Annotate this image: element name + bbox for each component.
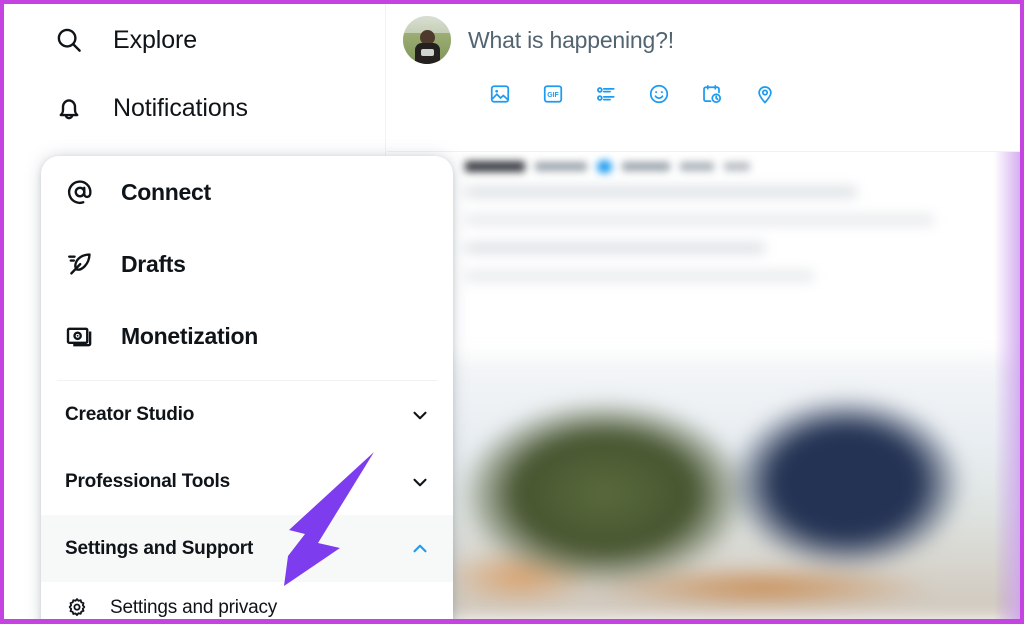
main-column: What is happening?! GIF xyxy=(387,4,1020,619)
verified-badge-icon xyxy=(597,159,612,173)
more-menu-dropdown: Connect Drafts Monetization Creator Stud… xyxy=(41,156,453,619)
tweet-text-blurred xyxy=(465,186,1010,298)
sidebar-item-label: Explore xyxy=(113,25,198,54)
timeline-blurred-content xyxy=(387,152,1020,619)
menu-section-creator-studio[interactable]: Creator Studio xyxy=(41,381,453,448)
app-screenshot: Explore Notifications Messages xyxy=(0,0,1024,624)
schedule-icon[interactable] xyxy=(696,78,728,110)
menu-section-label: Settings and Support xyxy=(65,537,254,559)
chevron-down-icon xyxy=(409,404,431,426)
media-icon[interactable] xyxy=(484,78,516,110)
chevron-down-icon xyxy=(409,471,431,493)
menu-item-monetization[interactable]: Monetization xyxy=(41,300,453,372)
sidebar-item-explore[interactable]: Explore xyxy=(4,6,385,74)
menu-subitem-label: Settings and privacy xyxy=(110,597,278,618)
at-icon xyxy=(65,177,95,207)
search-icon xyxy=(54,25,84,55)
menu-section-label: Professional Tools xyxy=(65,470,230,492)
menu-item-drafts[interactable]: Drafts xyxy=(41,228,453,300)
sidebar-item-notifications[interactable]: Notifications xyxy=(4,74,385,142)
menu-item-label: Monetization xyxy=(121,322,258,349)
menu-section-settings-and-support[interactable]: Settings and Support xyxy=(41,515,453,582)
menu-section-professional-tools[interactable]: Professional Tools xyxy=(41,448,453,515)
compose-row: What is happening?! xyxy=(403,16,1004,64)
menu-subitem-settings-and-privacy[interactable]: Settings and privacy xyxy=(41,582,453,619)
gear-icon xyxy=(65,596,89,619)
compose-toolbar: GIF xyxy=(484,78,1004,110)
menu-item-label: Connect xyxy=(121,178,211,205)
tweet-header-blurred xyxy=(465,158,885,174)
compose-input[interactable]: What is happening?! xyxy=(468,16,674,64)
menu-section-label: Creator Studio xyxy=(65,403,195,425)
emoji-icon[interactable] xyxy=(643,78,675,110)
money-icon xyxy=(65,321,95,351)
location-icon[interactable] xyxy=(749,78,781,110)
avatar[interactable] xyxy=(403,16,451,64)
quill-icon xyxy=(65,249,95,279)
chevron-up-icon xyxy=(409,538,431,560)
poll-icon[interactable] xyxy=(590,78,622,110)
bell-icon xyxy=(54,93,84,123)
compose-box: What is happening?! GIF xyxy=(387,4,1020,152)
menu-item-connect[interactable]: Connect xyxy=(41,156,453,228)
svg-text:GIF: GIF xyxy=(547,92,559,99)
menu-item-label: Drafts xyxy=(121,250,186,277)
sidebar-item-label: Notifications xyxy=(113,93,248,122)
tweet-image-blurred xyxy=(411,357,1016,619)
gif-icon[interactable]: GIF xyxy=(537,78,569,110)
